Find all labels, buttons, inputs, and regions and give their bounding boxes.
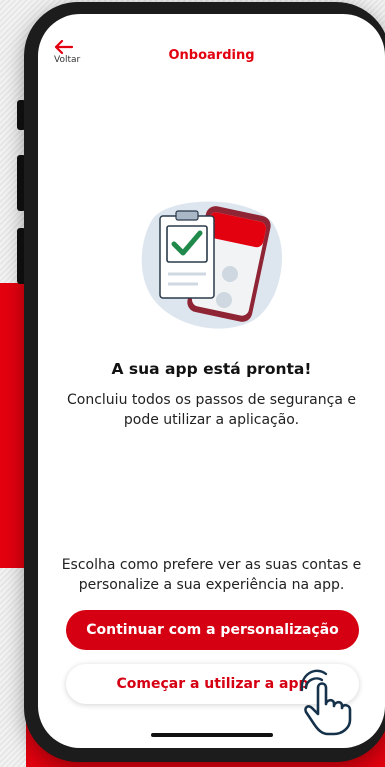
personalize-note: Escolha como prefere ver as suas contas … — [61, 557, 362, 593]
page-title: Onboarding — [168, 48, 255, 63]
continue-personalization-button[interactable]: Continuar com a personalização — [66, 610, 359, 650]
success-description: Concluiu todos os passos de segurança e … — [67, 392, 356, 428]
home-indicator — [151, 733, 273, 737]
app-screen: Voltar Onboarding A sua app está pronta!… — [38, 14, 385, 748]
checklist-phone-illustration — [141, 201, 283, 329]
hand-pointer-icon — [300, 669, 352, 736]
success-headline: A sua app está pronta! — [111, 360, 312, 378]
